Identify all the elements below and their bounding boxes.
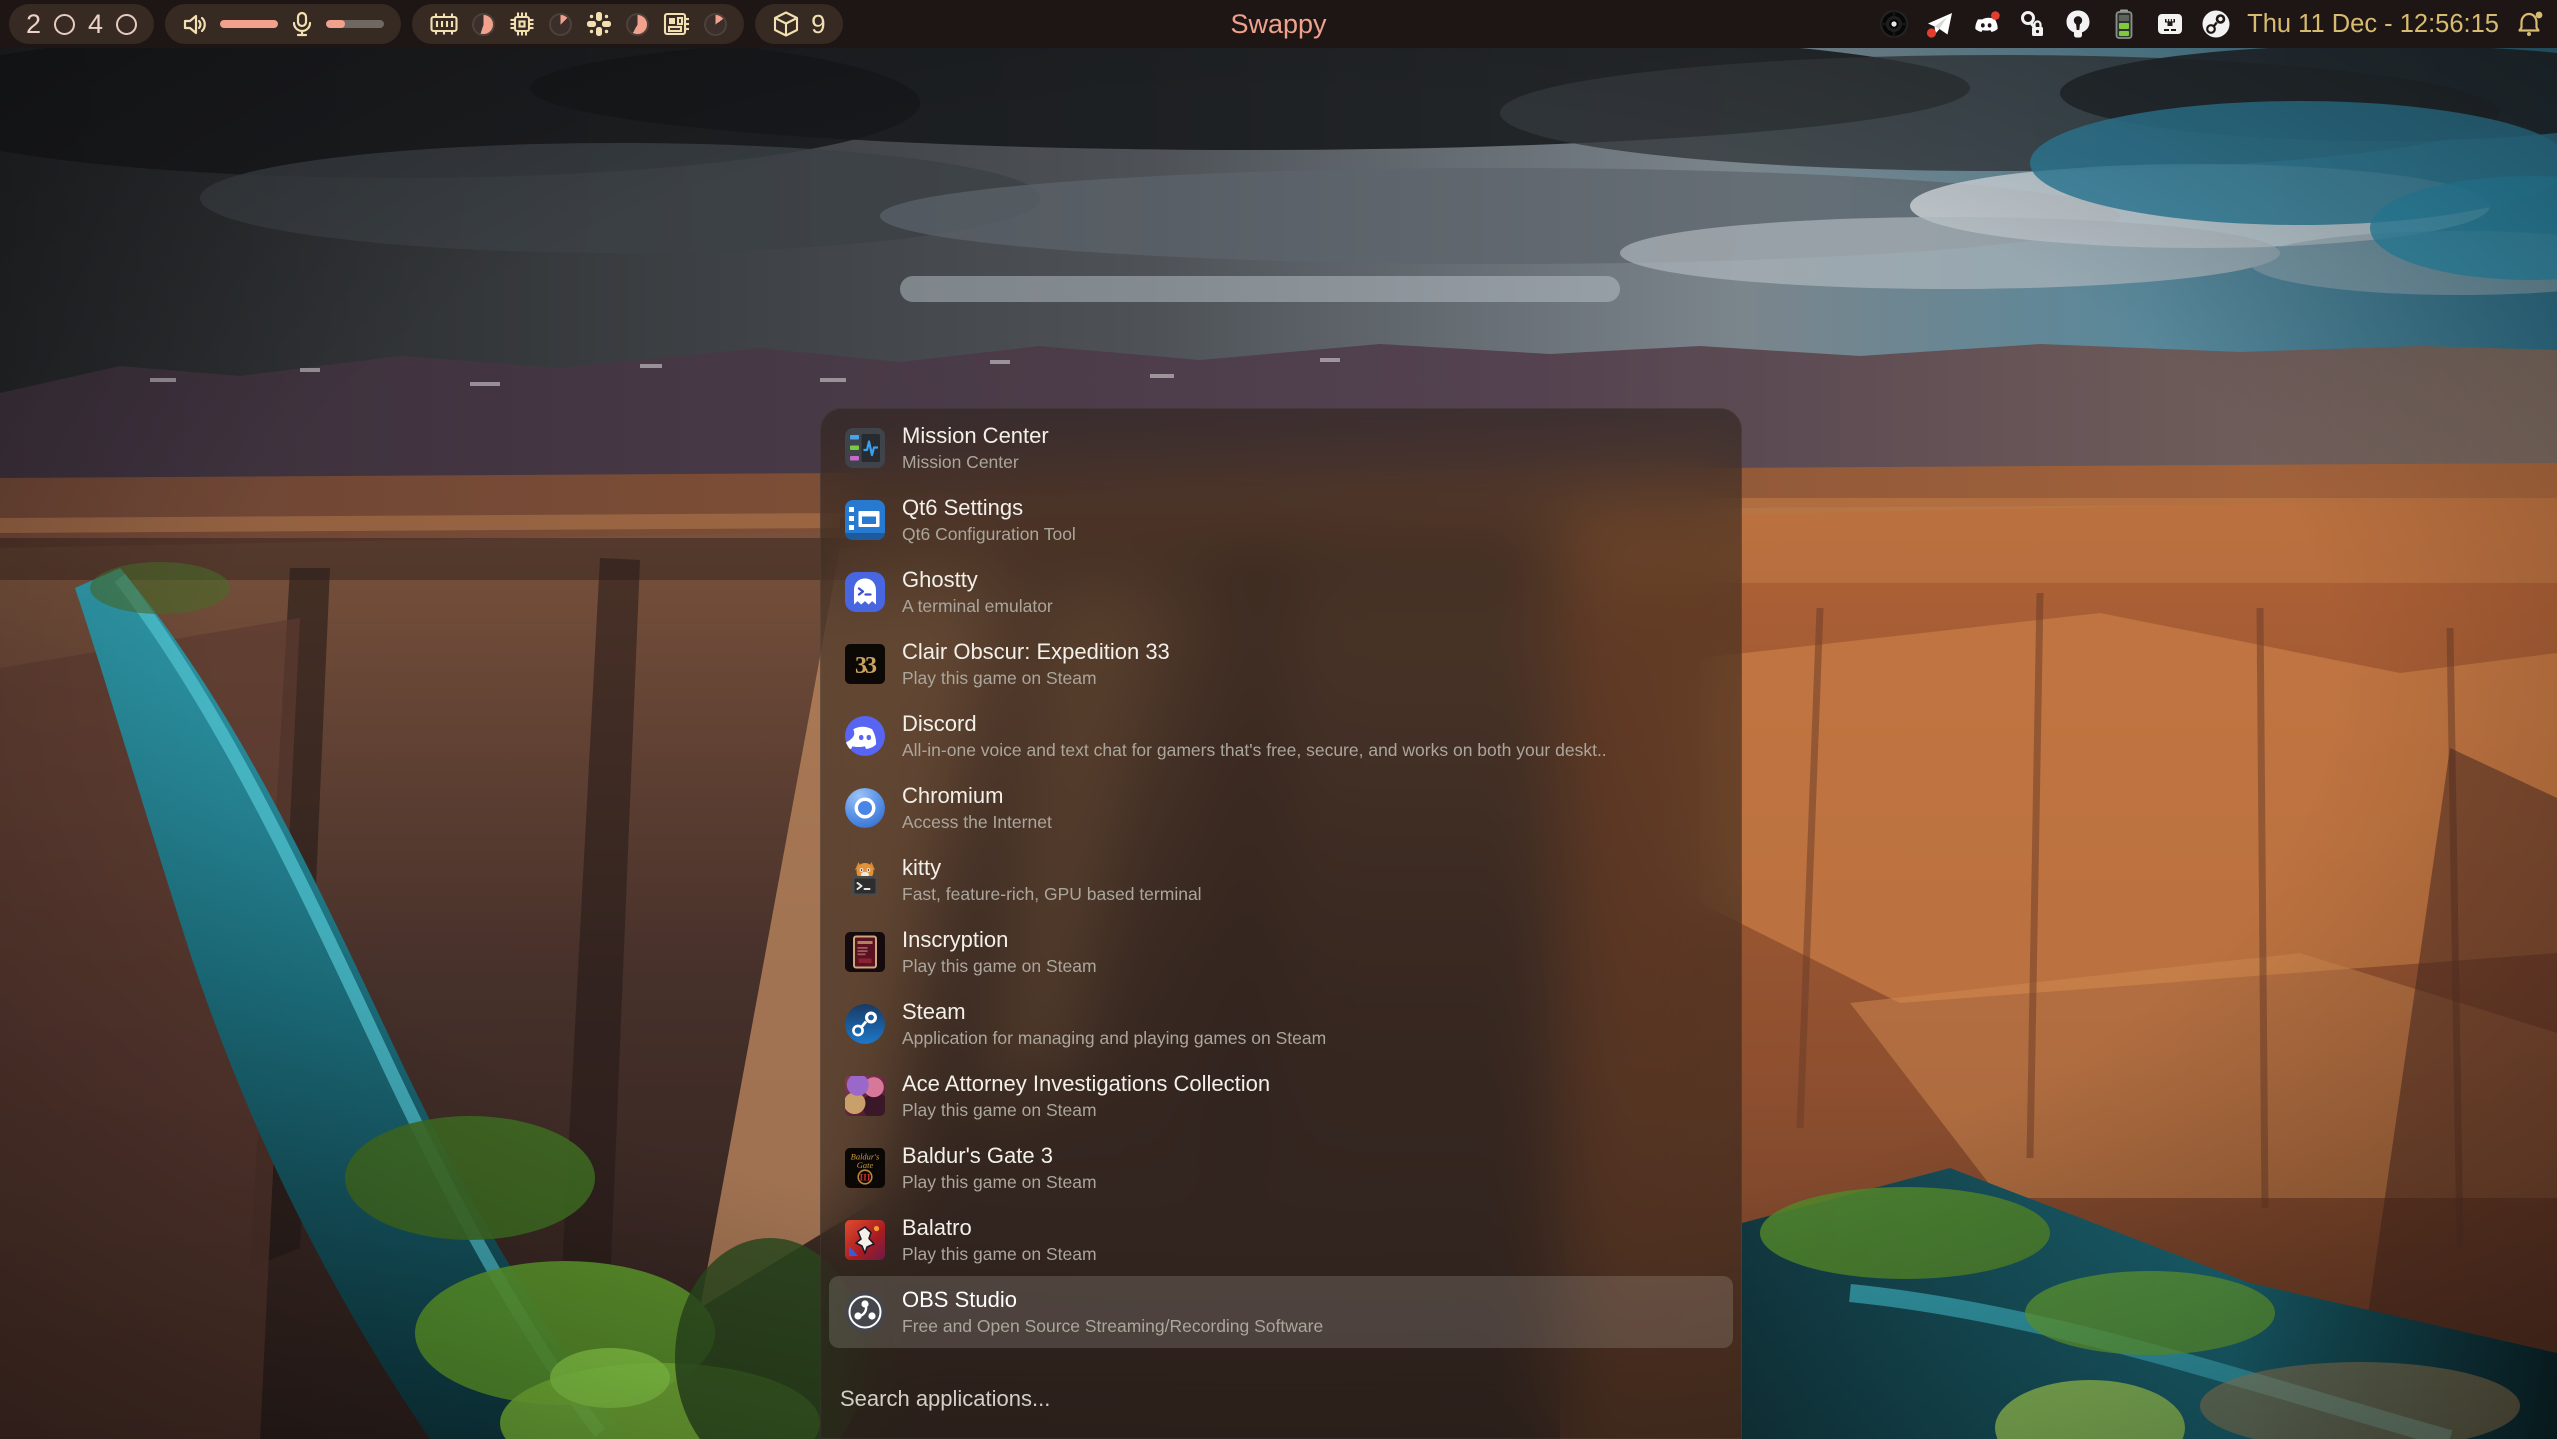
app-name: Balatro	[902, 1214, 1097, 1242]
topbar-left-section: 2 4	[9, 4, 843, 44]
workspace-number[interactable]: 2	[26, 11, 41, 38]
app-row-ghostty[interactable]: Ghostty A terminal emulator	[820, 556, 1742, 628]
app-row-chromium[interactable]: Chromium Access the Internet	[820, 772, 1742, 844]
discord-tray-icon[interactable]	[1971, 9, 2001, 39]
desktop: 2 4	[0, 0, 2557, 1439]
app-description: Application for managing and playing gam…	[902, 1028, 1326, 1050]
steam-tray-icon[interactable]	[2201, 9, 2231, 39]
system-stats-widget[interactable]	[412, 4, 744, 44]
steelseries-icon[interactable]	[1879, 9, 1909, 39]
app-name: Clair Obscur: Expedition 33	[902, 638, 1170, 666]
svg-text:III: III	[859, 1174, 870, 1184]
app-row-inscryption[interactable]: Inscryption Play this game on Steam	[820, 916, 1742, 988]
app-description: Free and Open Source Streaming/Recording…	[902, 1316, 1323, 1338]
workspaces-widget[interactable]: 2 4	[9, 4, 154, 44]
app-row-mission-center[interactable]: Mission Center Mission Center	[820, 412, 1742, 484]
ghostty-icon	[845, 572, 885, 612]
app-row-clair-obscur[interactable]: 33 Clair Obscur: Expedition 33 Play this…	[820, 628, 1742, 700]
app-description: Qt6 Configuration Tool	[902, 524, 1076, 546]
svg-text:Gate: Gate	[857, 1160, 874, 1170]
app-name: OBS Studio	[902, 1286, 1323, 1314]
app-list: Mission Center Mission Center Qt6 Settin…	[820, 408, 1742, 1348]
app-description: Play this game on Steam	[902, 956, 1097, 978]
keyhole-icon[interactable]	[2063, 9, 2093, 39]
ace-attorney-icon	[845, 1076, 885, 1116]
app-description: Access the Internet	[902, 812, 1052, 834]
app-description: All-in-one voice and text chat for gamer…	[902, 740, 1607, 762]
app-row-kitty[interactable]: kitty Fast, feature-rich, GPU based term…	[820, 844, 1742, 916]
workspace-circle[interactable]	[116, 14, 137, 35]
notification-bell-icon[interactable]	[2515, 9, 2545, 39]
app-name: Baldur's Gate 3	[902, 1142, 1097, 1170]
app-name: Mission Center	[902, 422, 1049, 450]
volume-slider[interactable]	[220, 20, 278, 28]
app-row-discord[interactable]: Discord All-in-one voice and text chat f…	[820, 700, 1742, 772]
app-name: Ace Attorney Investigations Collection	[902, 1070, 1270, 1098]
updates-count: 9	[811, 11, 825, 37]
app-launcher: Mission Center Mission Center Qt6 Settin…	[820, 408, 1742, 1439]
memory-usage-pie	[472, 13, 495, 36]
top-bar: 2 4	[0, 0, 2557, 48]
mission-center-icon	[845, 428, 885, 468]
app-row-qt6-settings[interactable]: Qt6 Settings Qt6 Configuration Tool	[820, 484, 1742, 556]
clair-obscur-icon: 33	[845, 644, 885, 684]
mic-slider[interactable]	[326, 20, 384, 28]
app-name: Qt6 Settings	[902, 494, 1076, 522]
cpu-icon	[508, 10, 536, 38]
battery-icon[interactable]	[2109, 9, 2139, 39]
clock[interactable]: Thu 11 Dec - 12:56:15	[2247, 10, 2499, 39]
obs-studio-icon	[845, 1292, 885, 1332]
app-row-steam[interactable]: Steam Application for managing and playi…	[820, 988, 1742, 1060]
app-description: Fast, feature-rich, GPU based terminal	[902, 884, 1202, 906]
search-input[interactable]	[838, 1385, 1724, 1413]
audio-widget[interactable]	[165, 4, 401, 44]
workspace-circle[interactable]	[54, 14, 75, 35]
package-icon	[772, 10, 800, 38]
discord-icon	[845, 716, 885, 756]
svg-text:33: 33	[855, 653, 877, 679]
app-name: kitty	[902, 854, 1202, 882]
memory-icon	[429, 11, 459, 37]
focused-window-title: Swappy	[1230, 9, 1326, 40]
app-name: Discord	[902, 710, 1607, 738]
gpu-icon	[585, 10, 613, 38]
speaker-icon	[182, 11, 209, 38]
workspace-number[interactable]: 4	[88, 11, 103, 38]
kitty-icon	[845, 860, 885, 900]
app-description: Play this game on Steam	[902, 1100, 1270, 1122]
app-description: Mission Center	[902, 452, 1049, 474]
app-description: Play this game on Steam	[902, 668, 1170, 690]
motherboard-icon	[662, 10, 691, 38]
app-row-baldurs-gate-3[interactable]: Baldur's Gate III Baldur's Gate 3 Play t…	[820, 1132, 1742, 1204]
updates-widget[interactable]: 9	[755, 4, 842, 44]
app-row-obs-studio[interactable]: OBS Studio Free and Open Source Streamin…	[829, 1276, 1733, 1348]
microphone-icon	[289, 11, 315, 38]
inscryption-icon	[845, 932, 885, 972]
telegram-icon[interactable]	[1925, 9, 1955, 39]
cpu-usage-pie	[549, 13, 572, 36]
motherboard-usage-pie	[704, 13, 727, 36]
chromium-icon	[845, 788, 885, 828]
app-name: Steam	[902, 998, 1326, 1026]
app-description: Play this game on Steam	[902, 1244, 1097, 1266]
balatro-icon	[845, 1220, 885, 1260]
app-description: Play this game on Steam	[902, 1172, 1097, 1194]
qt6-settings-icon	[845, 500, 885, 540]
app-name: Ghostty	[902, 566, 1053, 594]
app-description: A terminal emulator	[902, 596, 1053, 618]
network-icon[interactable]	[2155, 9, 2185, 39]
app-name: Inscryption	[902, 926, 1097, 954]
gpu-usage-pie	[626, 13, 649, 36]
baldurs-gate-3-icon: Baldur's Gate III	[845, 1148, 885, 1188]
app-row-ace-attorney[interactable]: Ace Attorney Investigations Collection P…	[820, 1060, 1742, 1132]
steam-icon	[845, 1004, 885, 1044]
app-row-balatro[interactable]: Balatro Play this game on Steam	[820, 1204, 1742, 1276]
app-name: Chromium	[902, 782, 1052, 810]
keepassxc-icon[interactable]	[2017, 9, 2047, 39]
topbar-right-section: Thu 11 Dec - 12:56:15	[1879, 0, 2545, 48]
search-row	[820, 1348, 1742, 1439]
